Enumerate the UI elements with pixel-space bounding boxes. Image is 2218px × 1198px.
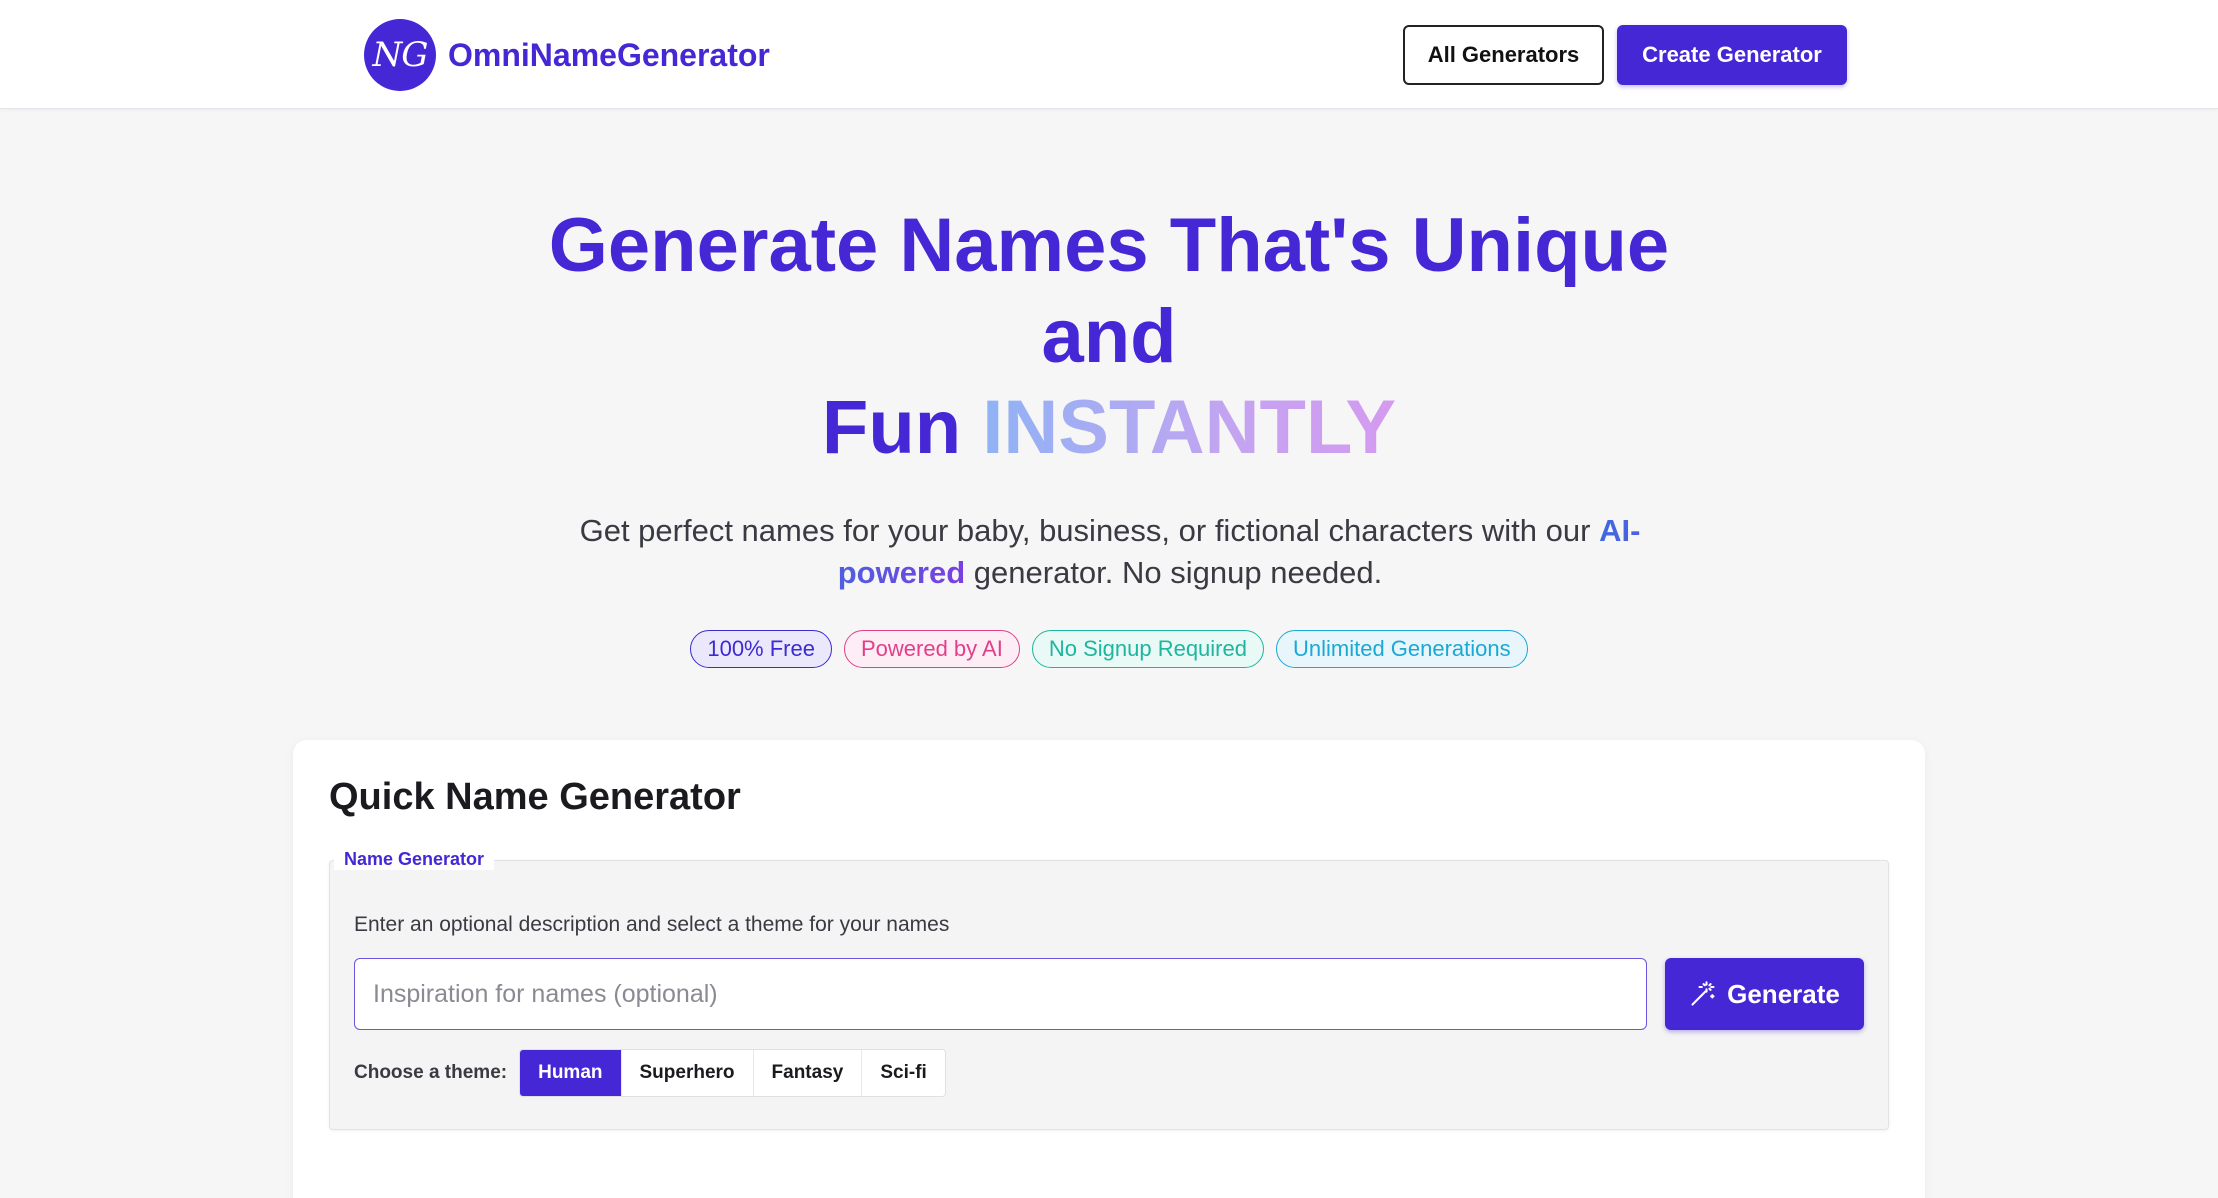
theme-scifi-button[interactable]: Sci-fi <box>862 1050 945 1096</box>
inspiration-input[interactable] <box>354 958 1647 1030</box>
theme-selector: Choose a theme: Human Superhero Fantasy … <box>354 1049 946 1097</box>
theme-label: Choose a theme: <box>354 1062 508 1083</box>
theme-button-group: Human Superhero Fantasy Sci-fi <box>519 1049 946 1097</box>
instructions-text: Enter an optional description and select… <box>354 913 950 936</box>
feature-badges: 100% Free Powered by AI No Signup Requir… <box>0 630 2218 668</box>
badge-unlimited: Unlimited Generations <box>1275 630 1528 668</box>
all-generators-button[interactable]: All Generators <box>1403 25 1604 85</box>
badge-free: 100% Free <box>690 630 832 668</box>
badge-powered-by-ai: Powered by AI <box>843 630 1020 668</box>
top-navbar: NG OmniNameGenerator All Generators Crea… <box>0 0 2218 109</box>
theme-human-button[interactable]: Human <box>520 1050 622 1096</box>
brand-name: OmniNameGenerator <box>448 36 770 73</box>
hero-subtitle: Get perfect names for your baby, busines… <box>560 510 1660 594</box>
theme-superhero-button[interactable]: Superhero <box>621 1050 754 1096</box>
generate-button[interactable]: Generate <box>1665 958 1864 1030</box>
create-generator-button[interactable]: Create Generator <box>1617 25 1847 85</box>
hero-title-line2: and <box>1041 294 1177 379</box>
quick-generator-card: Quick Name Generator Name Generator Ente… <box>293 740 1925 1198</box>
hero-title-line1: Generate Names That's Unique <box>548 203 1670 288</box>
hero-title-highlight: INSTANTLY <box>982 385 1397 470</box>
brand-logo[interactable]: NG OmniNameGenerator <box>364 18 770 92</box>
theme-fantasy-button[interactable]: Fantasy <box>753 1050 863 1096</box>
generate-label: Generate <box>1727 978 1840 1009</box>
logo-mark: NG <box>364 19 436 91</box>
hero-subtitle-part2: generator. No signup needed. <box>973 555 1383 590</box>
card-title: Quick Name Generator <box>329 776 741 818</box>
badge-no-signup: No Signup Required <box>1031 630 1264 668</box>
hero-subtitle-part1: Get perfect names for your baby, busines… <box>579 513 1591 548</box>
hero-title: Generate Names That's Unique and Fun INS… <box>409 200 1809 473</box>
name-generator-fieldset: Name Generator Enter an optional descrip… <box>329 849 1889 1130</box>
fieldset-legend: Name Generator <box>334 849 495 870</box>
hero-title-line3-prefix: Fun <box>821 385 962 470</box>
magic-wand-icon <box>1691 981 1715 1006</box>
